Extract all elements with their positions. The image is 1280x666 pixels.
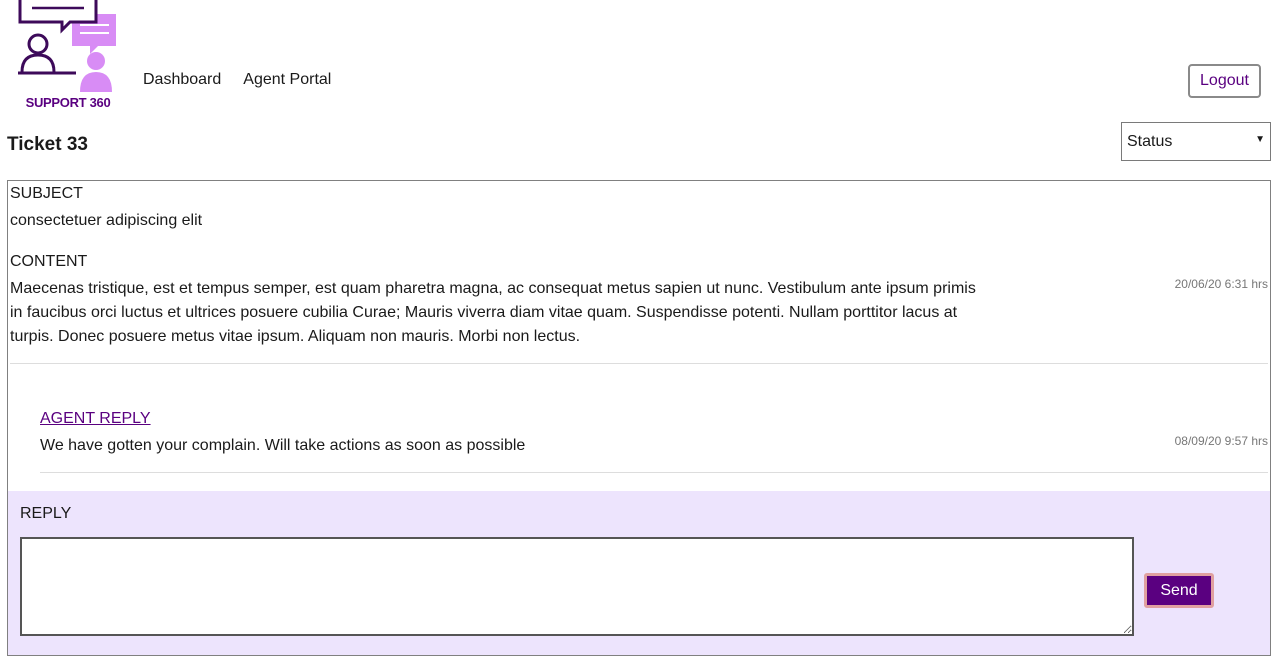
chevron-down-icon: ▼ <box>1255 134 1265 145</box>
page-title: Ticket 33 <box>7 134 88 155</box>
support-360-logo[interactable]: SUPPORT 360 <box>16 0 120 112</box>
subject-text: consectetuer adipiscing elit <box>10 212 203 229</box>
nav-agent-portal-link[interactable]: Agent Portal <box>243 71 331 89</box>
status-select[interactable]: Status ▼ <box>1121 122 1271 161</box>
content-label: CONTENT <box>10 253 88 270</box>
divider <box>40 472 1268 473</box>
reply-form: REPLY Send <box>8 491 1270 655</box>
main-nav: Dashboard Agent Portal <box>143 71 331 89</box>
status-select-value: Status <box>1127 133 1173 150</box>
reply-timestamp: 08/09/20 9:57 hrs <box>1174 434 1268 448</box>
support-chat-logo-icon <box>18 0 116 92</box>
ticket-title-row: Ticket 33 Status ▼ <box>0 118 1280 180</box>
send-button[interactable]: Send <box>1144 573 1214 608</box>
logo-text: SUPPORT 360 <box>25 95 111 110</box>
subject-label: SUBJECT <box>10 185 83 202</box>
reply-author-link[interactable]: AGENT REPLY <box>40 410 151 428</box>
content-text: Maecenas tristique, est et tempus semper… <box>10 280 976 345</box>
reply-label: REPLY <box>20 505 72 522</box>
nav-dashboard-link[interactable]: Dashboard <box>143 71 221 89</box>
reply-textarea[interactable] <box>20 537 1134 636</box>
reply-text: We have gotten your complain. Will take … <box>40 437 526 454</box>
logout-button[interactable]: Logout <box>1188 64 1261 98</box>
ticket-detail-panel: SUBJECT consectetuer adipiscing elit CON… <box>7 180 1271 656</box>
header: SUPPORT 360 Dashboard Agent Portal Logou… <box>0 0 1280 118</box>
divider <box>10 363 1268 364</box>
content-timestamp: 20/06/20 6:31 hrs <box>1174 277 1268 291</box>
